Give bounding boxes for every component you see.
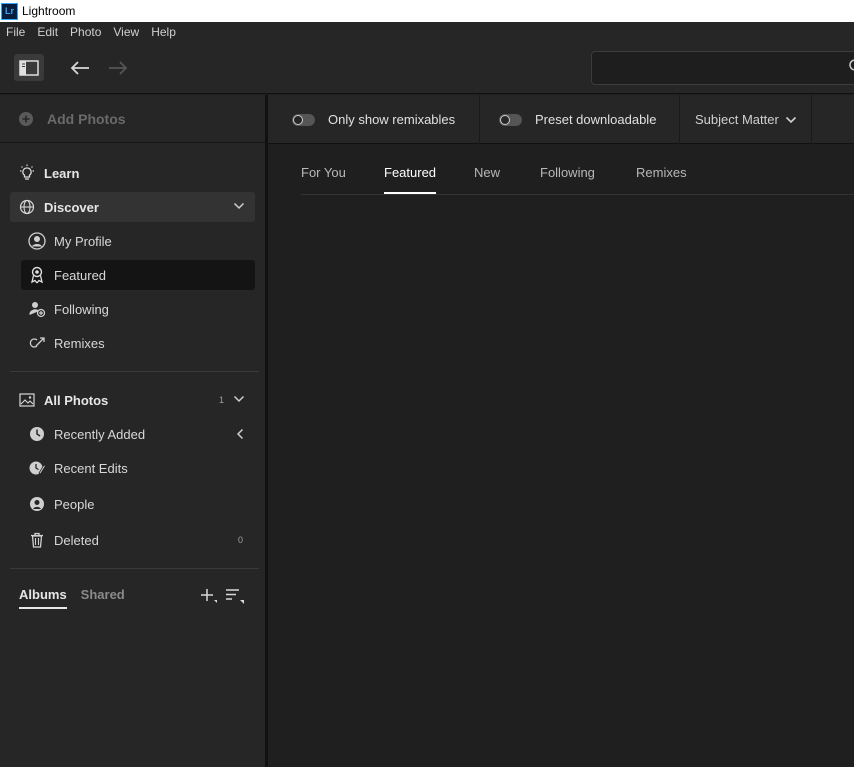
sidebar-item-people[interactable]: People bbox=[28, 489, 254, 519]
chevron-down-icon[interactable] bbox=[233, 202, 245, 210]
add-photos-label: Add Photos bbox=[47, 110, 126, 127]
person-icon bbox=[28, 495, 46, 513]
sidebar-item-following[interactable]: Following bbox=[28, 294, 254, 324]
following-label: Following bbox=[54, 301, 109, 317]
remixables-toggle[interactable] bbox=[292, 113, 315, 126]
edit-clock-icon bbox=[28, 459, 46, 477]
tab-remixes[interactable]: Remixes bbox=[636, 165, 687, 194]
all-photos-count: 1 bbox=[219, 395, 225, 405]
tab-albums[interactable]: Albums bbox=[19, 587, 67, 609]
chevron-down-icon bbox=[785, 116, 796, 123]
tab-featured[interactable]: Featured bbox=[384, 165, 437, 194]
sidebar-item-my-profile[interactable]: My Profile bbox=[28, 226, 254, 256]
preset-filter[interactable]: Preset downloadable bbox=[480, 95, 680, 144]
all-photos-label: All Photos bbox=[44, 392, 109, 408]
discover-label: Discover bbox=[44, 199, 99, 215]
preset-label: Preset downloadable bbox=[535, 112, 657, 127]
tab-following[interactable]: Following bbox=[540, 165, 595, 194]
sidebar-item-featured[interactable]: Featured bbox=[21, 260, 255, 290]
people-label: People bbox=[54, 496, 95, 512]
menu-help[interactable]: Help bbox=[145, 22, 182, 43]
menu-bar: File Edit Photo View Help bbox=[0, 22, 854, 43]
add-photos-button[interactable]: Add Photos bbox=[0, 95, 265, 143]
award-ribbon-icon bbox=[28, 266, 46, 284]
subject-matter-label: Subject Matter bbox=[695, 112, 779, 127]
panel-layout-icon bbox=[19, 59, 39, 76]
subject-matter-dropdown[interactable]: Subject Matter bbox=[680, 95, 812, 144]
main-content: Only show remixables Preset downloadable… bbox=[268, 95, 854, 767]
plus-circle-icon bbox=[19, 111, 33, 126]
panel-toggle-button[interactable] bbox=[14, 54, 44, 81]
deleted-label: Deleted bbox=[54, 532, 99, 548]
tab-for-you[interactable]: For You bbox=[301, 165, 346, 194]
arrow-left-icon bbox=[70, 61, 89, 75]
sidebar-item-learn[interactable]: Learn bbox=[18, 158, 258, 188]
chevron-left-icon[interactable] bbox=[236, 428, 244, 440]
chevron-down-icon[interactable] bbox=[233, 395, 245, 403]
learn-label: Learn bbox=[44, 165, 80, 181]
title-bar: Lr Lightroom bbox=[0, 0, 854, 22]
tab-shared[interactable]: Shared bbox=[81, 587, 125, 609]
remix-icon bbox=[28, 334, 46, 352]
lightroom-logo-icon: Lr bbox=[1, 2, 18, 20]
sidebar-item-deleted[interactable]: Deleted bbox=[28, 525, 254, 555]
search-icon bbox=[849, 59, 854, 71]
add-album-icon[interactable] bbox=[200, 587, 218, 605]
trash-icon bbox=[28, 531, 46, 549]
sidebar: Add Photos Learn Discover My Profile Fea… bbox=[0, 95, 265, 767]
recently-added-label: Recently Added bbox=[54, 426, 146, 442]
my-profile-label: My Profile bbox=[54, 233, 112, 249]
image-icon bbox=[18, 391, 36, 409]
remixables-filter[interactable]: Only show remixables bbox=[268, 95, 480, 144]
sidebar-divider bbox=[10, 371, 259, 372]
forward-button[interactable] bbox=[103, 55, 133, 81]
discover-tabs: For You Featured New Following Remixes bbox=[301, 165, 854, 195]
window-title: Lightroom bbox=[22, 4, 76, 18]
back-button[interactable] bbox=[65, 55, 95, 81]
menu-edit[interactable]: Edit bbox=[31, 22, 64, 43]
recent-edits-label: Recent Edits bbox=[54, 460, 128, 476]
menu-file[interactable]: File bbox=[0, 22, 31, 43]
globe-icon bbox=[18, 198, 36, 216]
user-follow-icon bbox=[28, 300, 46, 318]
sort-icon[interactable] bbox=[225, 587, 245, 605]
menu-view[interactable]: View bbox=[107, 22, 145, 43]
clock-icon bbox=[28, 425, 46, 443]
tab-new[interactable]: New bbox=[474, 165, 500, 194]
lightbulb-icon bbox=[18, 164, 36, 182]
remixables-label: Only show remixables bbox=[328, 112, 456, 127]
remixes-label: Remixes bbox=[54, 335, 105, 351]
sidebar-divider bbox=[10, 568, 259, 569]
album-tabs: Albums Shared bbox=[19, 587, 139, 609]
search-input[interactable] bbox=[591, 51, 854, 85]
filter-bar: Only show remixables Preset downloadable… bbox=[268, 95, 854, 144]
sidebar-item-recent-edits[interactable]: Recent Edits bbox=[28, 453, 254, 483]
user-circle-icon bbox=[28, 232, 46, 250]
sidebar-item-recently-added[interactable]: Recently Added bbox=[28, 419, 254, 449]
deleted-count: 0 bbox=[238, 535, 244, 545]
sidebar-item-remixes[interactable]: Remixes bbox=[28, 328, 254, 358]
preset-toggle[interactable] bbox=[499, 113, 522, 126]
sidebar-item-discover[interactable]: Discover bbox=[10, 192, 255, 222]
toolbar bbox=[0, 43, 854, 94]
arrow-right-icon bbox=[109, 61, 128, 75]
menu-photo[interactable]: Photo bbox=[64, 22, 107, 43]
featured-label: Featured bbox=[54, 267, 107, 283]
